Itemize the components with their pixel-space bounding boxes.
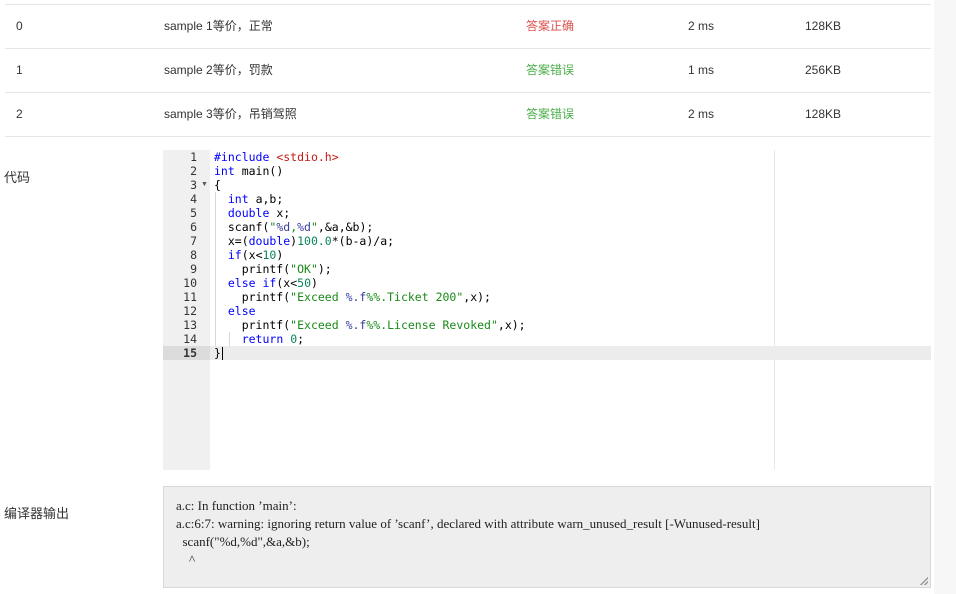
code-line: else if(x<50) [227, 276, 318, 290]
code-line: double x; [227, 206, 291, 220]
table-row: 1 sample 2等价，罚款 答案错误 1 ms 256KB [5, 49, 931, 93]
line-number: 3 [190, 178, 197, 192]
code-line: #include <stdio.h> [214, 150, 339, 164]
case-id: 2 [16, 107, 23, 121]
table-row: 0 sample 1等价，正常 答案正确 2 ms 128KB [5, 5, 931, 49]
code-line: int a,b; [227, 192, 284, 206]
case-status: 答案错误 [526, 63, 575, 77]
line-number: 11 [183, 290, 197, 304]
case-id: 1 [16, 63, 23, 77]
line-number: 12 [183, 304, 197, 318]
table-row: 2 sample 3等价，吊销驾照 答案错误 2 ms 128KB [5, 93, 931, 137]
code-line: int main() [214, 164, 284, 178]
fold-toggle-icon[interactable]: ▼ [201, 178, 208, 192]
output-line: a.c: In function ’main’: [176, 498, 297, 513]
line-number: 7 [190, 234, 197, 248]
code-label: 代码 [4, 170, 31, 185]
code-line: printf("Exceed %.f%%.License Revoked",x)… [214, 318, 526, 332]
output-line: a.c:6:7: warning: ignoring return value … [176, 516, 760, 531]
case-status: 答案正确 [526, 19, 575, 33]
case-memory: 256KB [805, 63, 842, 77]
case-time: 2 ms [688, 107, 715, 121]
case-description: sample 3等价，吊销驾照 [164, 107, 297, 121]
code-line: printf("OK"); [214, 262, 332, 276]
case-description: sample 2等价，罚款 [164, 63, 273, 77]
line-number: 1 [190, 150, 197, 164]
line-number: 6 [190, 220, 197, 234]
code-line: } [214, 346, 221, 360]
resize-handle-icon[interactable] [920, 577, 928, 585]
compiler-output-box[interactable]: a.c: In function ’main’: a.c:6:7: warnin… [163, 486, 931, 588]
code-line: if(x<10) [227, 248, 284, 262]
line-number: 2 [190, 164, 197, 178]
code-editor[interactable]: 1 2 3 ▼ 4 5 6 7 8 9 10 11 12 13 14 15 #i… [163, 150, 931, 470]
line-number: 14 [183, 332, 197, 346]
code-line: { [214, 178, 221, 192]
line-number: 4 [190, 192, 197, 206]
test-results-table: 0 sample 1等价，正常 答案正确 2 ms 128KB 1 sample… [5, 4, 931, 137]
code-line: printf("Exceed %.f%%.Ticket 200",x); [214, 290, 491, 304]
print-margin [774, 150, 775, 470]
line-number: 10 [183, 276, 197, 290]
line-number: 15 [183, 346, 197, 360]
text-cursor [222, 347, 223, 360]
code-line: return 0; [241, 332, 305, 346]
case-time: 1 ms [688, 63, 715, 77]
compiler-output-label: 编译器输出 [4, 506, 70, 521]
case-id: 0 [16, 19, 23, 33]
output-line: ^ [176, 552, 196, 567]
case-memory: 128KB [805, 19, 842, 33]
line-number: 8 [190, 248, 197, 262]
active-line-highlight [163, 346, 931, 360]
case-time: 2 ms [688, 19, 715, 33]
code-line: x=(double)100.0*(b-a)/a; [214, 234, 395, 248]
line-number: 5 [190, 206, 197, 220]
page-scrollbar[interactable] [934, 0, 956, 594]
output-line: scanf("%d,%d",&a,&b); [176, 534, 310, 549]
code-line: scanf("%d,%d",&a,&b); [214, 220, 374, 234]
case-memory: 128KB [805, 107, 842, 121]
case-description: sample 1等价，正常 [164, 19, 273, 33]
code-line: else [227, 304, 256, 318]
case-status: 答案错误 [526, 107, 575, 121]
line-number: 9 [190, 262, 197, 276]
line-number: 13 [183, 318, 197, 332]
